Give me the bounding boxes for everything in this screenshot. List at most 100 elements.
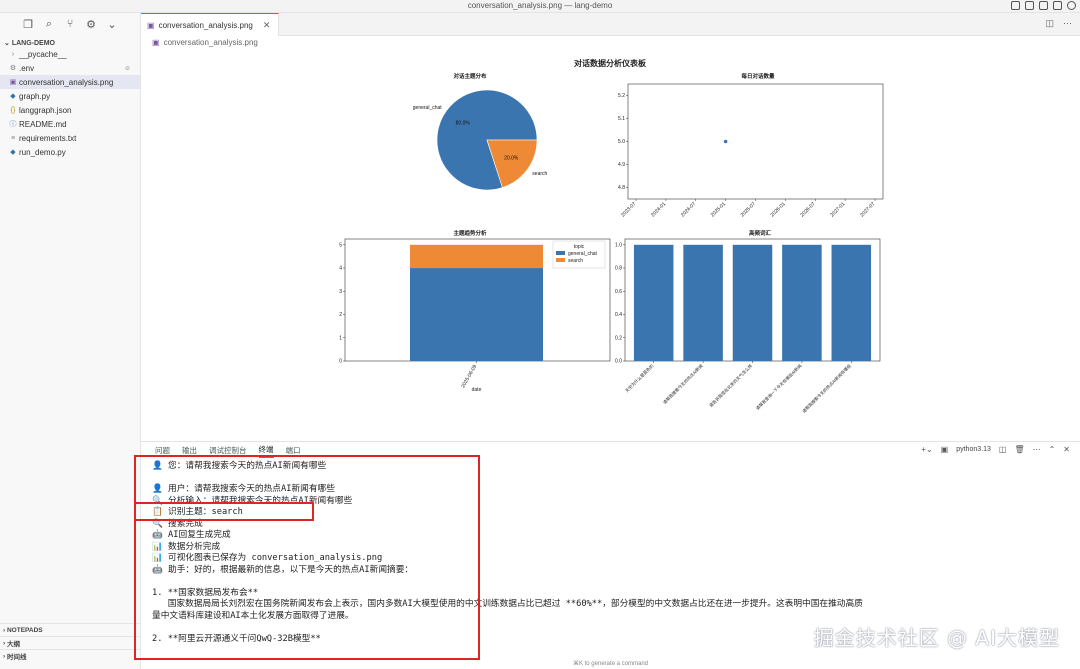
layout-controls [1011, 1, 1076, 10]
window-title: conversation_analysis.png — lang-demo [467, 1, 613, 10]
y-tick-label: 0.8 [615, 266, 622, 272]
file-item[interactable]: ◆ run_demo.py [0, 145, 140, 159]
tab-terminal[interactable]: 终端 [258, 444, 274, 458]
x-tick-label: 2026-07 [799, 201, 816, 218]
scatter-title: 每日对话数量 [741, 74, 775, 80]
y-tick-label: 1 [339, 335, 342, 341]
x-tick-label: 请告诉我现在北京的天气怎么样 [707, 362, 753, 408]
file-item[interactable]: ⚙ .env ⊘ [0, 61, 140, 75]
new-terminal-icon[interactable]: +⌄ [921, 445, 932, 454]
tab-problems[interactable]: 问题 [155, 445, 170, 456]
chart-image: 对话数据分析仪表板 对话主题分布 80.0% general_chat 20.0% s… [330, 52, 890, 442]
terminal-line: 📋 识别主题：search [152, 507, 243, 517]
file-name: .env [19, 63, 35, 73]
file-tree: › __pycache__ ⚙ .env ⊘ ▣ conversation_analysis… [0, 47, 140, 159]
word-frequency-chart: 0.00.20.40.60.81.0天空为什么是蓝色的 请帮我搜索今天的热点AI新… [615, 238, 881, 415]
timeline-section[interactable]: › 时间线 [0, 649, 141, 662]
file-item[interactable]: ⓘ README.md [0, 117, 140, 131]
pie-value-label: 80.0% [456, 120, 471, 126]
image-icon: ▣ [147, 20, 155, 30]
python-icon: ◆ [10, 93, 16, 100]
chevron-right-icon: › [11, 50, 15, 58]
bar [633, 244, 674, 361]
search-icon[interactable]: ⌕ [43, 18, 55, 31]
chevron-down-icon[interactable]: ⌄ [106, 18, 118, 31]
file-name: __pycache__ [19, 49, 67, 59]
panel-actions: +⌄ ▣ python3.13 ◫ 🗑 ⋯ ⌃ ✕ [921, 445, 1070, 454]
toggle-sidebar-icon[interactable] [1011, 1, 1020, 10]
y-tick-label: 0 [339, 359, 342, 365]
bar [683, 244, 723, 361]
trash-icon[interactable]: 🗑 [1014, 445, 1024, 454]
project-header[interactable]: ⌄ LANG-DEMO [0, 39, 140, 47]
y-tick-label: 4.9 [618, 162, 625, 168]
x-tick-label: 2024-07 [680, 201, 697, 218]
pie-title: 对话主题分布 [453, 74, 487, 80]
breadcrumb-item[interactable]: conversation_analysis.png [164, 38, 258, 47]
pie-value-label: 20.0% [504, 156, 519, 162]
more-actions-icon[interactable]: ⋯ [1033, 445, 1041, 454]
terminal-profile[interactable]: python3.13 [956, 446, 991, 453]
y-tick-label: 5.0 [618, 139, 625, 145]
notepads-section[interactable]: › NOTEPADS [0, 623, 141, 636]
terminal-output[interactable]: 👤 您：请帮我搜索今天的热点AI新闻有哪些 👤 用户：请帮我搜索今天的热点AI新闻… [152, 461, 1072, 645]
scatter-point [723, 139, 728, 144]
y-tick-label: 1.0 [615, 243, 622, 249]
file-item[interactable]: ◆ graph.py [0, 89, 140, 103]
gear-icon: ⚙ [9, 65, 17, 72]
tab-debug-console[interactable]: 调试控制台 [209, 445, 247, 456]
file-badge: ⊘ [124, 65, 130, 72]
x-tick-label: 请帮我搜索今天的热点AI新闻有哪些 [801, 362, 853, 414]
plot-frame [627, 83, 884, 200]
bar [782, 244, 822, 361]
y-tick-label: 0.0 [615, 359, 622, 365]
y-tick-label: 5.1 [618, 116, 625, 122]
y-tick-label: 5 [339, 243, 342, 249]
split-editor-icon[interactable]: ◫ [1045, 18, 1054, 29]
x-tick-label: 2027-07 [859, 201, 876, 218]
terminal-line: 📊 可视化图表已保存为 conversation_analysis.png [152, 553, 383, 563]
image-icon: ▣ [152, 38, 160, 47]
terminal-line: 🔍 搜索完成 [152, 518, 203, 529]
file-item[interactable]: ≡ requirements.txt [0, 131, 140, 145]
file-item[interactable]: › __pycache__ [0, 47, 140, 61]
source-control-icon[interactable]: ⑂ [64, 18, 76, 30]
python-icon: ◆ [10, 149, 16, 156]
terminal-line: 量中文语料库建设和AI本土化发展方面取得了进展。 [152, 610, 354, 621]
toggle-panel-icon[interactable] [1025, 1, 1034, 10]
breadcrumb: ▣ conversation_analysis.png [152, 38, 258, 47]
close-icon[interactable]: ✕ [263, 20, 271, 31]
y-tick-label: 2 [339, 312, 342, 318]
gear-icon[interactable]: ⚙ [85, 18, 97, 31]
close-icon[interactable]: ✕ [1063, 445, 1070, 454]
tab-output[interactable]: 输出 [182, 445, 197, 456]
editor-actions: ◫ ⋯ [1045, 18, 1072, 29]
settings-icon[interactable] [1067, 1, 1076, 10]
bar-segment [410, 244, 543, 269]
toggle-secondary-sidebar-icon[interactable] [1039, 1, 1048, 10]
terminal-line: 📊 数据分析完成 [152, 541, 221, 552]
outline-section[interactable]: › 大纲 [0, 636, 141, 649]
tab-ports[interactable]: 端口 [286, 445, 301, 456]
x-tick-label: 请帮我搜索今天的热点AI新闻 [661, 362, 704, 405]
x-tick-label: 2025-06-09 [460, 364, 478, 389]
outline-label: 大纲 [6, 641, 20, 648]
editor-tab-bar: ▣ conversation_analysis.png ✕ ◫ ⋯ [141, 13, 1080, 36]
maximize-panel-icon[interactable]: ⌃ [1049, 445, 1056, 454]
y-tick-label: 4 [339, 266, 342, 272]
file-name: langgraph.json [19, 105, 72, 115]
y-tick-label: 5.2 [618, 93, 625, 99]
file-item[interactable]: ▣ conversation_analysis.png [0, 75, 140, 89]
file-item[interactable]: {} langgraph.json [0, 103, 140, 117]
tab-conversation-analysis[interactable]: ▣ conversation_analysis.png ✕ [141, 13, 279, 36]
files-icon[interactable]: ❐ [22, 18, 34, 31]
legend-swatch [556, 251, 565, 255]
more-actions-icon[interactable]: ⋯ [1063, 18, 1072, 29]
y-tick-label: 4.8 [618, 185, 625, 191]
split-terminal-icon[interactable]: ◫ [999, 445, 1007, 454]
extensions-icon[interactable] [1053, 1, 1062, 10]
pie-label: general_chat [413, 105, 443, 111]
legend-label: search [568, 258, 583, 264]
